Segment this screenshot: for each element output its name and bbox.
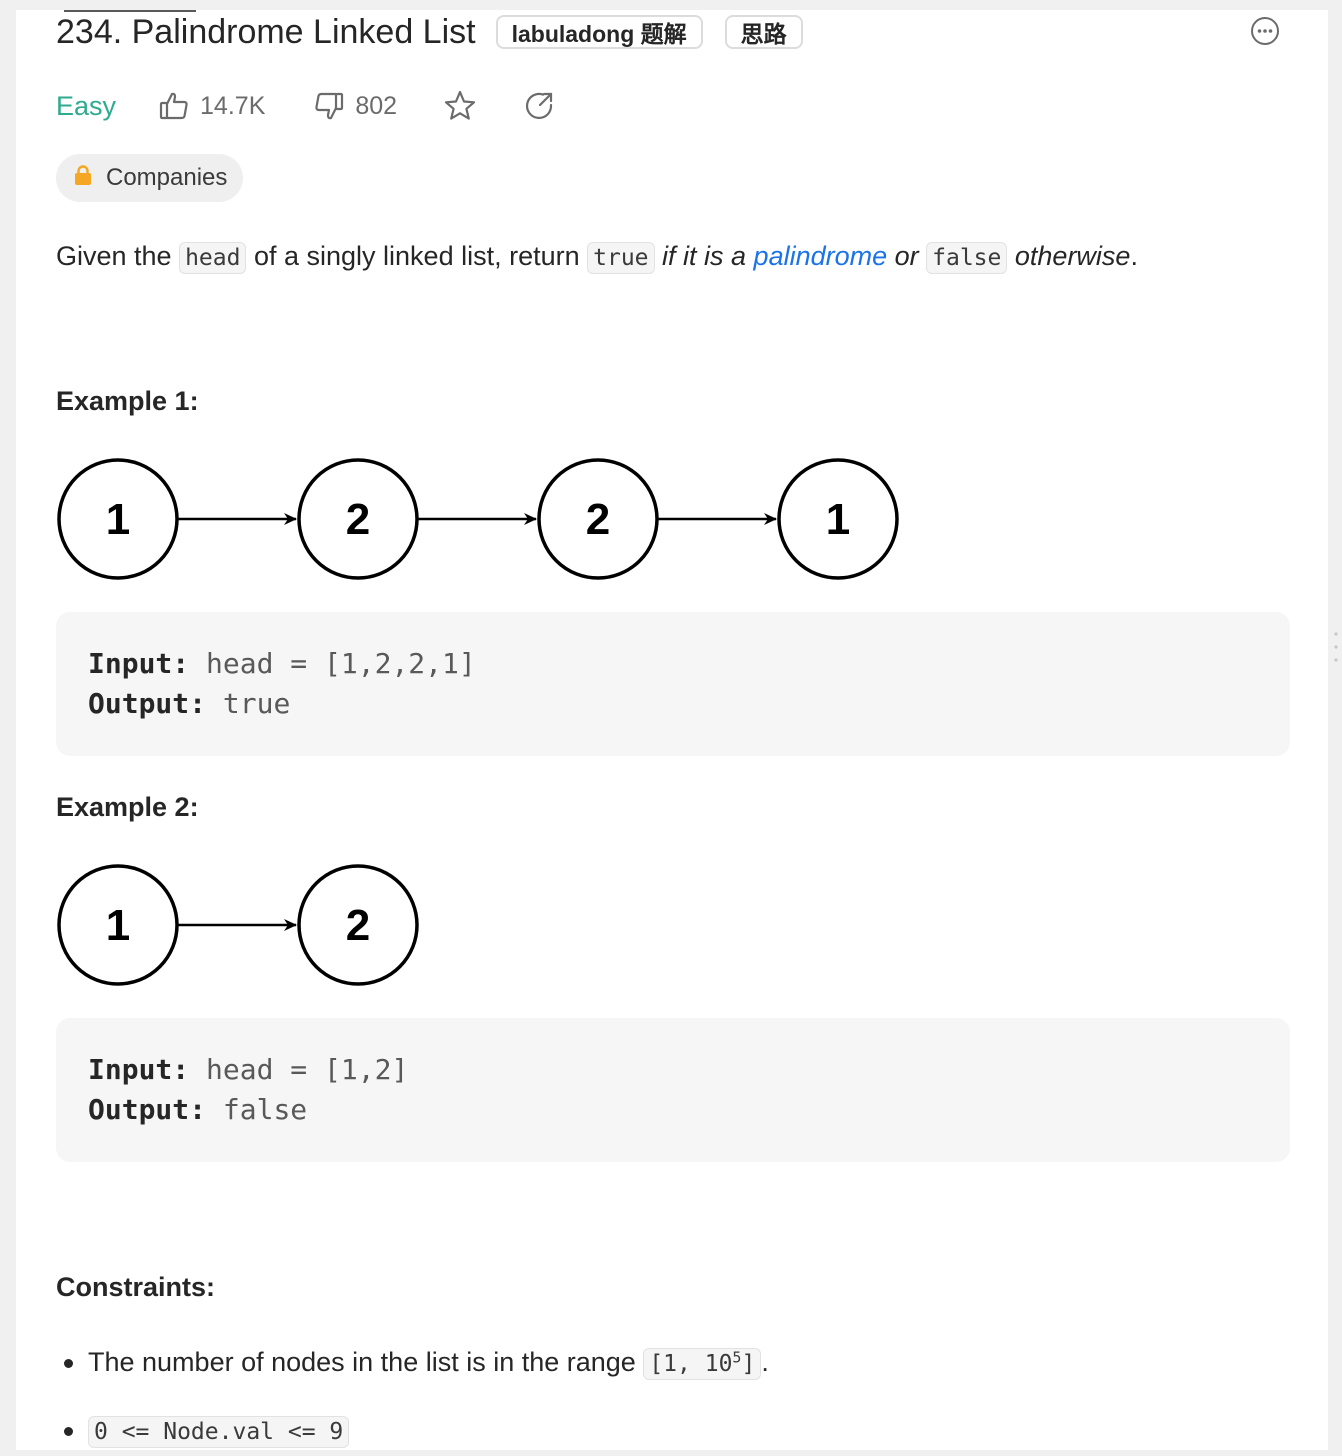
input-value: head = [1,2] xyxy=(189,1053,409,1086)
input-label: Input: xyxy=(88,647,190,680)
like-count: 14.7K xyxy=(200,91,266,120)
problem-description-panel: 234. Palindrome Linked List labuladong 题… xyxy=(16,10,1328,1450)
code-head: head xyxy=(179,242,247,274)
example-2-code-block: Input: head = [1,2] Output: false xyxy=(56,1018,1290,1162)
code-false: false xyxy=(926,242,1008,274)
difficulty-badge: Easy xyxy=(56,90,117,121)
thoughts-chip[interactable]: 思路 xyxy=(724,15,803,49)
constraint-item: The number of nodes in the list is in th… xyxy=(56,1340,769,1384)
output-value: false xyxy=(206,1093,308,1126)
title-row: 234. Palindrome Linked List labuladong 题… xyxy=(56,10,803,54)
dislike-button[interactable]: 802 xyxy=(313,90,397,122)
statement-text: or xyxy=(887,241,927,271)
share-icon xyxy=(523,90,555,122)
statement-text: otherwise xyxy=(1007,241,1131,271)
node-value: 2 xyxy=(586,495,610,544)
node-value: 1 xyxy=(106,901,130,950)
input-value: head = [1,2,2,1] xyxy=(189,647,476,680)
favorite-button[interactable] xyxy=(443,89,477,123)
companies-label: Companies xyxy=(106,164,228,191)
node-value: 1 xyxy=(826,495,850,544)
constraint-item: 0 <= Node.val <= 9 xyxy=(56,1408,769,1450)
thumbs-up-icon xyxy=(158,90,190,122)
example-1-heading: Example 1: xyxy=(56,386,199,416)
example-1-code-block: Input: head = [1,2,2,1] Output: true xyxy=(56,612,1290,756)
constraint-text: The number of nodes in the list is in th… xyxy=(88,1347,644,1377)
panel-resize-handle[interactable] xyxy=(1334,630,1338,664)
example-output-line: Output: false xyxy=(88,1090,1258,1130)
code-part: ] xyxy=(741,1351,756,1377)
code-true: true xyxy=(587,242,655,274)
node-value: 2 xyxy=(346,901,370,950)
meta-row: Easy 14.7K 802 xyxy=(56,86,555,126)
output-label: Output: xyxy=(88,1093,207,1126)
example-output-line: Output: true xyxy=(88,684,1258,724)
problem-statement: Given the head of a singly linked list, … xyxy=(56,234,1296,280)
problem-title[interactable]: 234. Palindrome Linked List xyxy=(56,10,476,54)
code-part: [1, 10 xyxy=(649,1351,733,1377)
statement-text: of a singly linked list, return xyxy=(246,241,588,271)
constraint-text: . xyxy=(761,1347,769,1377)
share-button[interactable] xyxy=(523,90,555,122)
statement-text: . xyxy=(1130,241,1138,271)
constraint-code: 0 <= Node.val <= 9 xyxy=(88,1416,350,1448)
example-input-line: Input: head = [1,2] xyxy=(88,1050,1258,1090)
palindrome-link[interactable]: palindrome xyxy=(754,241,888,271)
node-value: 1 xyxy=(106,495,130,544)
more-icon[interactable] xyxy=(1250,16,1280,46)
dislike-count: 802 xyxy=(355,91,398,120)
input-label: Input: xyxy=(88,1053,190,1086)
output-value: true xyxy=(206,687,291,720)
constraints-list: The number of nodes in the list is in th… xyxy=(56,1340,769,1450)
labuladong-solution-chip[interactable]: labuladong 题解 xyxy=(495,15,703,49)
star-icon xyxy=(443,89,477,123)
constraints-heading: Constraints: xyxy=(56,1272,216,1302)
example-1-diagram: 1 2 2 1 xyxy=(56,456,902,582)
constraint-code: [1, 105] xyxy=(643,1348,762,1380)
lock-icon xyxy=(74,164,92,192)
companies-button[interactable]: Companies xyxy=(56,154,244,202)
example-2-diagram: 1 2 xyxy=(56,862,422,988)
output-label: Output: xyxy=(88,687,207,720)
thumbs-down-icon xyxy=(313,90,345,122)
example-input-line: Input: head = [1,2,2,1] xyxy=(88,644,1258,684)
example-2-heading: Example 2: xyxy=(56,792,199,822)
node-value: 2 xyxy=(346,495,370,544)
like-button[interactable]: 14.7K xyxy=(158,90,265,122)
statement-text: if it is a xyxy=(654,241,754,271)
statement-text: Given the xyxy=(56,241,180,271)
